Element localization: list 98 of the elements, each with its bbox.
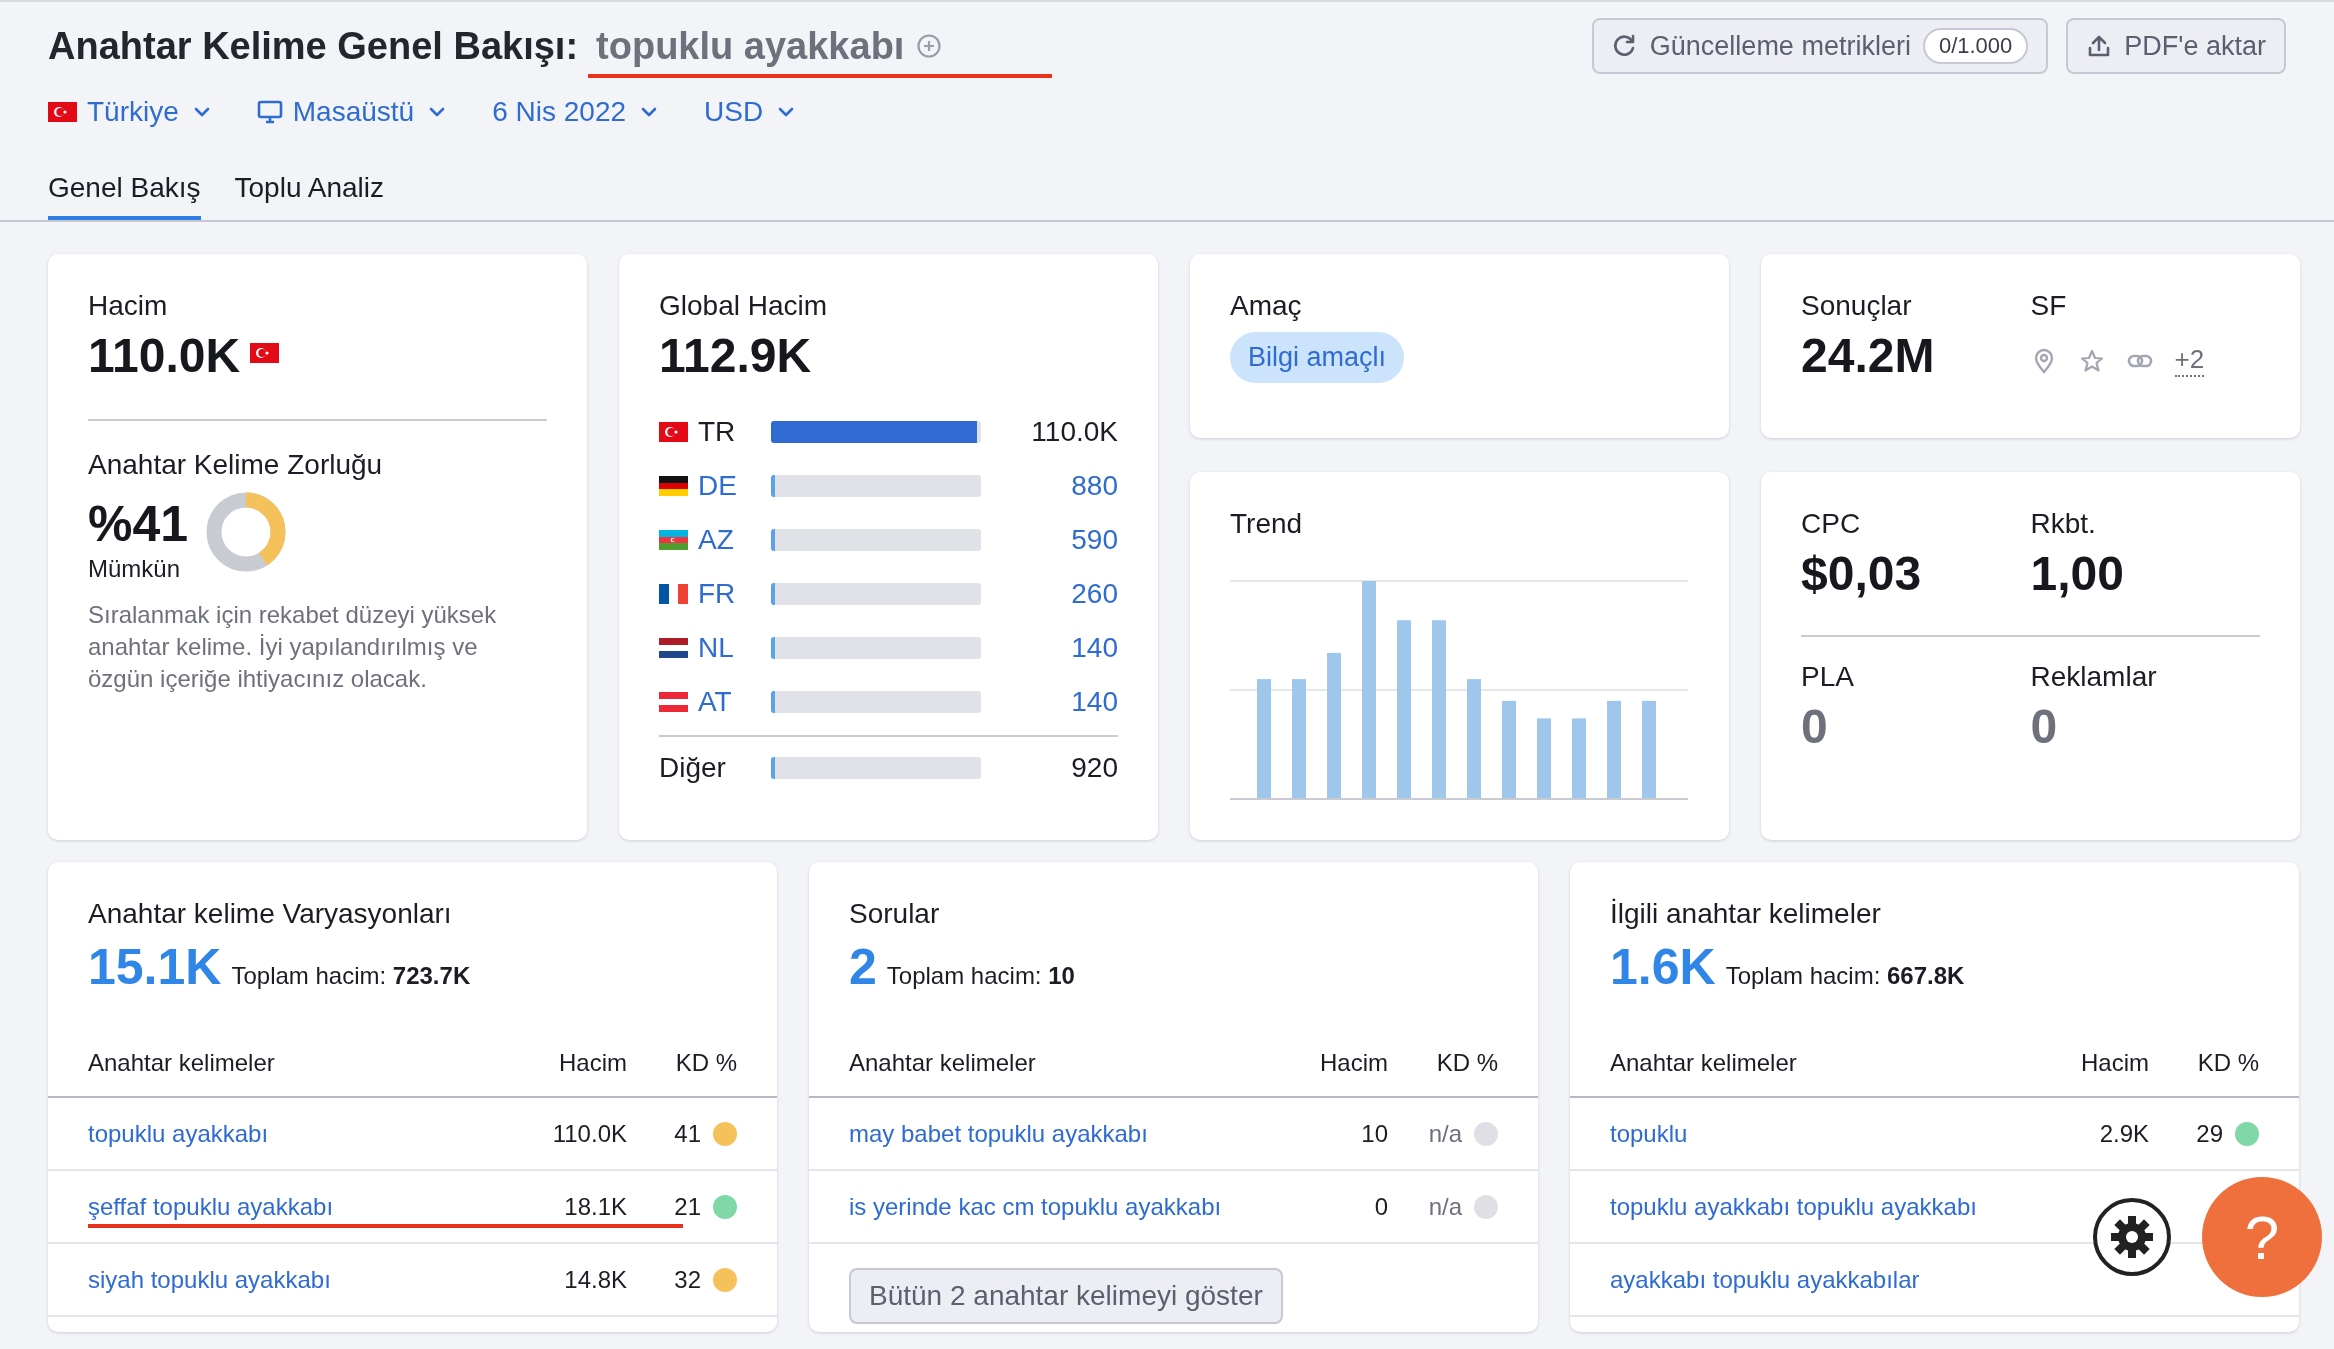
total-volume: Toplam hacim: 10 [886, 962, 1075, 990]
volume-link[interactable]: 140 [981, 686, 1118, 718]
total-volume: Toplam hacim: 667.8K [1725, 962, 1965, 990]
country-link[interactable]: DE [698, 470, 737, 502]
volume-value: 110.0K [88, 328, 241, 383]
card-label: CPC [1801, 508, 1862, 540]
volume-value: 920 [1070, 752, 1118, 784]
table-cell: 32 [674, 1265, 701, 1294]
metric-value: 1,00 [2030, 546, 2125, 601]
country-link[interactable]: AZ [698, 524, 734, 556]
keyword-link[interactable]: is yerinde kac cm topuklu ayakkabı [849, 1192, 1258, 1221]
volume-value: 110.0K [1030, 416, 1118, 448]
flag-icon [659, 530, 688, 550]
show-all-button[interactable]: Bütün 2 anahtar kelimeyi göster [849, 1268, 1283, 1324]
card-label: PLA [1801, 661, 1855, 693]
table-cell: 41 [674, 1119, 701, 1148]
other-label: Diğer [659, 752, 726, 784]
column-header: Anahtar kelimeler [849, 1049, 1037, 1077]
usage-badge: 0/1.000 [1922, 28, 2029, 64]
tab[interactable]: Genel Bakış [48, 172, 201, 220]
panel-title: İlgili anahtar kelimeler [1610, 898, 1882, 930]
column-header: Hacim [2080, 1049, 2149, 1077]
more-features-link[interactable]: +2 [2174, 344, 2205, 377]
monitor-icon [256, 99, 283, 125]
card-label: Hacim [88, 290, 169, 322]
flag-icon [659, 584, 688, 604]
keyword-count: 2 [849, 938, 877, 996]
volume-link[interactable]: 880 [981, 470, 1118, 502]
table-cell-text: 10 [1360, 1119, 1388, 1148]
card-label: SF [2030, 290, 2068, 322]
table-cell-text: 18.1K [563, 1192, 627, 1221]
table-cell-text: 14.8K [563, 1265, 627, 1294]
table-cell: 29 [2196, 1119, 2223, 1148]
tab[interactable]: Toplu Analiz [234, 172, 384, 220]
metric-value: 0 [1801, 699, 1829, 754]
difficulty-rating: Mümkün [88, 555, 182, 583]
difficulty-value: %41 [88, 495, 189, 553]
table-cell-text: 110.0K [551, 1119, 627, 1148]
flag-icon [48, 102, 77, 122]
keyword-link[interactable]: şeffaf topuklu ayakkabı [88, 1192, 497, 1221]
update-metrics-button[interactable]: Güncelleme metrikleri 0/1.000 [1591, 18, 2049, 74]
country-code: TR [698, 416, 736, 448]
column-header: KD % [1435, 1049, 1498, 1077]
filter-dropdown[interactable]: Türkiye [48, 96, 211, 128]
column-header: Hacim [1319, 1049, 1388, 1077]
card-label: Reklamlar [2030, 661, 2158, 693]
flag-icon [659, 422, 688, 442]
keyword-link[interactable]: topuklu ayakkabı topuklu ayakkabı [1610, 1192, 2019, 1221]
card-label: Global Hacim [659, 290, 829, 322]
table-cell: n/a [1428, 1119, 1462, 1148]
panel-title: Anahtar kelime Varyasyonları [88, 898, 453, 930]
flag-icon [659, 638, 688, 658]
global-volume-value: 112.9K [659, 328, 813, 383]
keyword-text: topuklu ayakkabı [596, 24, 905, 68]
filter-dropdown[interactable]: USD [704, 96, 796, 128]
table-cell-text: 2.9K [2098, 1119, 2149, 1148]
card-label: Rkbt. [2030, 508, 2097, 540]
card-label: Sonuçlar [1801, 290, 1913, 322]
table-cell: n/a [1428, 1192, 1462, 1221]
keyword-link[interactable]: topuklu ayakkabı [88, 1119, 497, 1148]
keyword-link[interactable]: ayakkabı topuklu ayakkabılar [1610, 1265, 2019, 1294]
column-header: Anahtar kelimeler [1610, 1049, 1798, 1077]
card-label: Anahtar Kelime Zorluğu [88, 449, 384, 481]
settings-icon[interactable] [2092, 1197, 2172, 1277]
page-title: Anahtar Kelime Genel Bakışı: [48, 24, 579, 68]
star-icon [2078, 347, 2105, 374]
filter-dropdown[interactable]: 6 Nis 2022 [492, 96, 659, 128]
table-cell-text: 0 [1373, 1192, 1388, 1221]
keyword-link[interactable]: siyah topuklu ayakkabı [88, 1265, 497, 1294]
keyword-link[interactable]: may babet topuklu ayakkabı [849, 1119, 1258, 1148]
country-link[interactable]: FR [698, 578, 736, 610]
intent-badge: Bilgi amaçlı [1230, 332, 1405, 383]
total-volume: Toplam hacim: 723.7K [231, 962, 471, 990]
keyword-count: 15.1K [88, 938, 222, 996]
country-link[interactable]: NL [698, 632, 734, 664]
metric-value: $0,03 [1801, 546, 1923, 601]
flag-icon [659, 692, 688, 712]
flag-icon [250, 342, 280, 363]
column-header: KD % [674, 1049, 737, 1077]
country-link[interactable]: AT [698, 686, 732, 718]
flag-icon [659, 476, 688, 496]
volume-link[interactable]: 590 [981, 524, 1118, 556]
results-value: 24.2M [1801, 328, 1936, 383]
export-pdf-button[interactable]: PDF'e aktar [2066, 18, 2286, 74]
column-header: KD % [2196, 1049, 2259, 1077]
keyword-count: 1.6K [1610, 938, 1716, 996]
card-label: Trend [1230, 508, 1304, 540]
column-header: Anahtar kelimeler [88, 1049, 276, 1077]
volume-link[interactable]: 140 [981, 632, 1118, 664]
keyword-link[interactable]: topuklu [1610, 1119, 2019, 1148]
panel-title: Sorular [849, 898, 941, 930]
card-label: Amaç [1230, 290, 1303, 322]
filter-dropdown[interactable]: Masaüstü [256, 96, 447, 128]
column-header: Hacim [558, 1049, 627, 1077]
difficulty-description: Sıralanmak için rekabet düzeyi yüksek anahtar kelime. İyi yapılandırılmış ve özgün içeriğe ihtiyacınız olacak. [88, 600, 498, 694]
table-cell: 21 [674, 1192, 701, 1221]
volume-link[interactable]: 260 [981, 578, 1118, 610]
metric-value: 0 [2030, 699, 2059, 754]
